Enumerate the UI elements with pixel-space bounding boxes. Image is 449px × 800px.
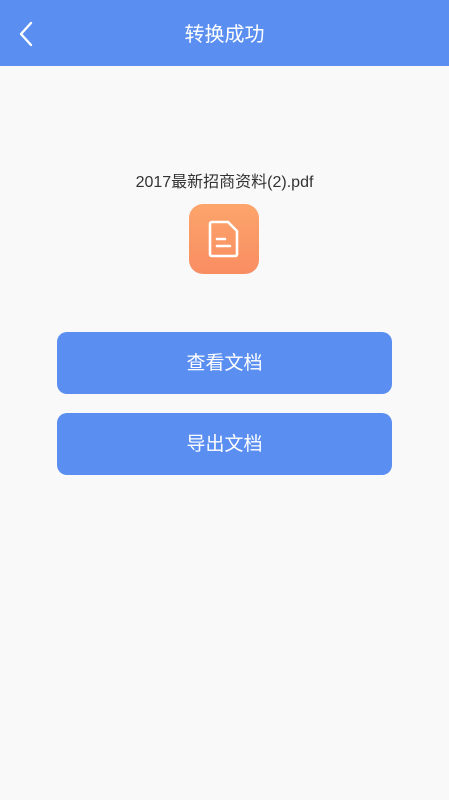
chevron-left-icon (19, 21, 33, 47)
export-document-button[interactable]: 导出文档 (57, 413, 392, 475)
back-button[interactable] (8, 14, 44, 54)
file-icon-badge (189, 204, 259, 274)
document-icon (208, 220, 239, 258)
app-header: 转换成功 (0, 0, 449, 66)
view-document-button[interactable]: 查看文档 (57, 332, 392, 394)
page-title: 转换成功 (184, 22, 265, 46)
file-name: 2017最新招商资料(2).pdf (135, 174, 314, 191)
